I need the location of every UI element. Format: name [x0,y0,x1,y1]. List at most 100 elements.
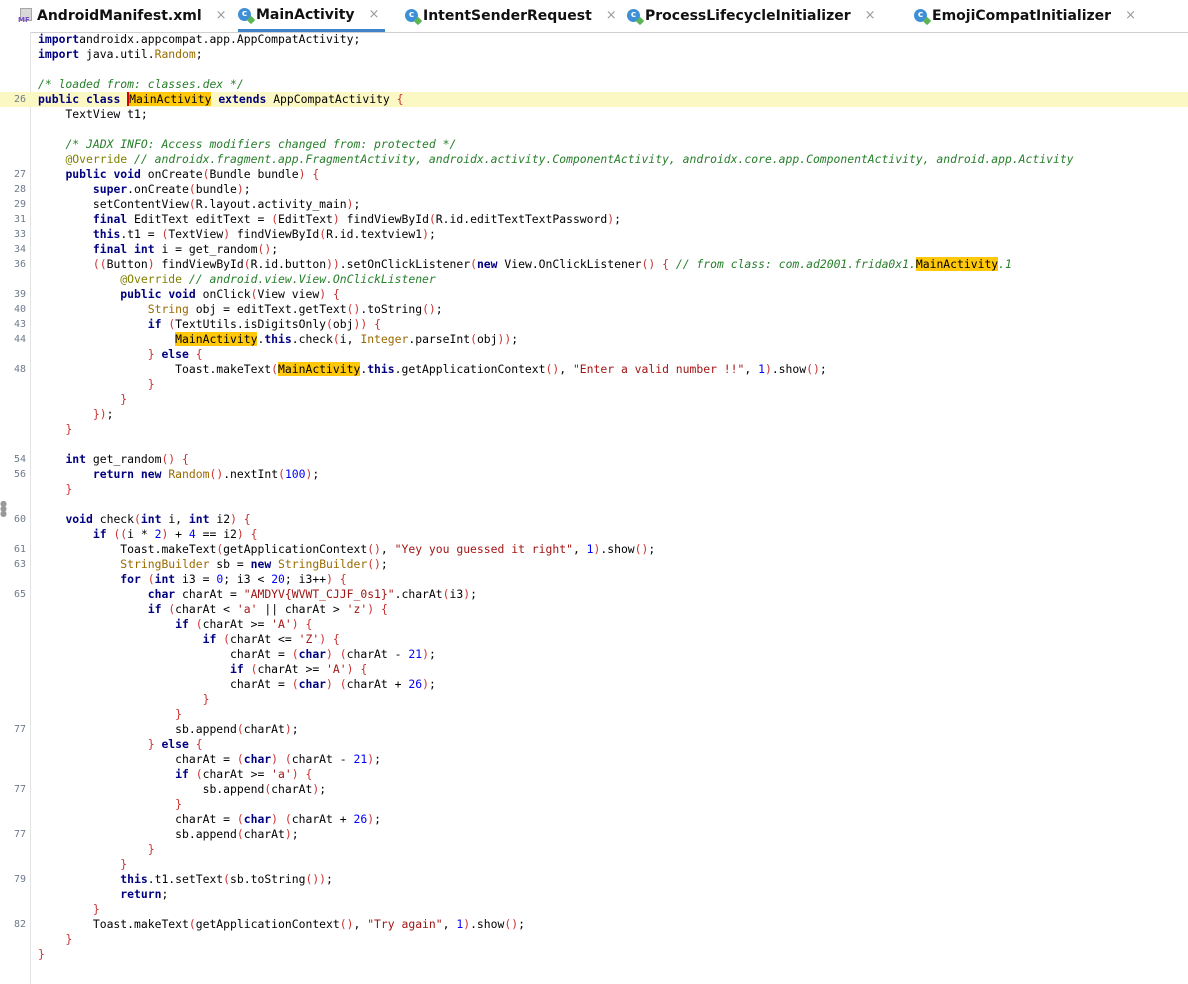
code-line[interactable]: }); [0,407,1188,422]
line-number: 26 [13,94,26,105]
code-line[interactable]: 31 final EditText editText = (EditText) … [0,212,1188,227]
code-line[interactable]: charAt = (char) (charAt - 21); [0,752,1188,767]
code-line[interactable]: /* JADX INFO: Access modifiers changed f… [0,137,1188,152]
code-line[interactable]: 60 void check(int i, int i2) { [0,512,1188,527]
code-line[interactable]: 79 this.t1.setText(sb.toString()); [0,872,1188,887]
code-token: extends [218,92,267,106]
code-line[interactable]: for (int i3 = 0; i3 < 20; i3++) { [0,572,1188,587]
code-line[interactable]: 26 public class MainActivity extends AppC… [0,92,1188,107]
code-line[interactable]: } else { [0,347,1188,362]
code-line[interactable] [0,497,1188,512]
line-number: 65 [13,589,26,600]
code-text: sb.append(charAt); [38,722,298,737]
code-line[interactable]: } [0,902,1188,917]
code-line[interactable]: @Override // android.view.View.OnClickLi… [0,272,1188,287]
code-line[interactable]: 44 MainActivity.this.check(i, Integer.pa… [0,332,1188,347]
code-token: () [545,362,560,376]
close-icon[interactable]: × [865,8,876,23]
code-line[interactable]: 33 this.t1 = (TextView) findViewById(R.i… [0,227,1188,242]
code-line[interactable] [0,122,1188,137]
line-number: 31 [13,214,26,225]
code-line[interactable]: 77 sb.append(charAt); [0,782,1188,797]
code-token: ( [470,257,477,271]
code-token: ) [332,212,340,226]
code-line[interactable]: return; [0,887,1188,902]
code-line[interactable]: 56 return new Random().nextInt(100); [0,467,1188,482]
code-text: }); [38,407,114,422]
close-icon[interactable]: × [606,8,617,23]
code-token: } [147,347,155,361]
close-icon[interactable]: × [216,8,227,23]
code-area[interactable]: importandroidx.appcompat.app.AppCompatAc… [0,32,1188,962]
code-text: charAt = (char) (charAt + 26); [38,677,436,692]
code-line[interactable]: if ((i * 2) + 4 == i2) { [0,527,1188,542]
close-icon[interactable]: × [369,7,380,22]
code-line[interactable]: 39 public void onClick(View view) { [0,287,1188,302]
code-line[interactable]: if (charAt >= 'a') { [0,767,1188,782]
code-line[interactable]: } [0,422,1188,437]
code-line[interactable]: 34 final int i = get_random(); [0,242,1188,257]
code-line[interactable]: } [0,932,1188,947]
code-text: /* loaded from: classes.dex */ [38,77,244,92]
code-line[interactable]: 63 StringBuilder sb = new StringBuilder(… [0,557,1188,572]
code-line[interactable]: } [0,842,1188,857]
code-token: ()) [305,872,327,886]
code-line[interactable]: charAt = (char) (charAt + 26); [0,812,1188,827]
code-line[interactable]: } [0,797,1188,812]
code-line[interactable]: if (charAt <= 'Z') { [0,632,1188,647]
code-line[interactable] [0,62,1188,77]
tab-processlifecycleinitializer[interactable]: c ProcessLifecycleInitializer × [627,0,876,31]
code-line[interactable]: 28 super.onCreate(bundle); [0,182,1188,197]
code-line[interactable]: 77 sb.append(charAt); [0,722,1188,737]
line-number: 79 [13,874,26,885]
code-line[interactable]: if (charAt >= 'A') { [0,662,1188,677]
code-line[interactable]: /* loaded from: classes.dex */ [0,77,1188,92]
close-icon[interactable]: × [1125,8,1136,23]
code-token: int [154,572,176,586]
code-line[interactable]: } [0,947,1188,962]
code-token: ( [339,647,347,661]
code-line[interactable]: 54 int get_random() { [0,452,1188,467]
code-line[interactable]: 61 Toast.makeText(getApplicationContext(… [0,542,1188,557]
code-token: i * [127,527,155,541]
code-line[interactable]: } else { [0,737,1188,752]
code-line[interactable]: } [0,482,1188,497]
code-line[interactable]: } [0,857,1188,872]
code-editor[interactable]: ● ● ● importandroidx.appcompat.app.AppComp… [0,32,1188,984]
code-line[interactable]: TextView t1; [0,107,1188,122]
code-line[interactable]: 48 Toast.makeText(MainActivity.this.getA… [0,362,1188,377]
search-match: MainActivity [915,257,999,271]
code-token: ) [422,677,429,691]
code-line[interactable]: @Override // androidx.fragment.app.Fragm… [0,152,1188,167]
code-line[interactable]: import java.util.Random; [0,47,1188,62]
code-token: ( [236,812,244,826]
tab-intentsenderrequest[interactable]: c IntentSenderRequest × [405,0,617,31]
code-line[interactable]: 29 setContentView(R.layout.activity_main… [0,197,1188,212]
code-line[interactable]: 82 Toast.makeText(getApplicationContext(… [0,917,1188,932]
code-line[interactable] [0,437,1188,452]
code-line[interactable]: } [0,377,1188,392]
tab-mainactivity[interactable]: c MainActivity × [238,0,386,32]
code-line[interactable]: 65 char charAt = "AMDYV{WVWT_CJJF_0s1}".… [0,587,1188,602]
tab-androidmanifest[interactable]: MF AndroidManifest.xml × [18,0,227,31]
code-line[interactable]: } [0,692,1188,707]
code-text: final EditText editText = (EditText) fin… [38,212,621,227]
code-line[interactable]: } [0,707,1188,722]
code-line[interactable]: 36 ((Button) findViewById(R.id.button)).… [0,257,1188,272]
code-line[interactable]: if (charAt >= 'A') { [0,617,1188,632]
code-line[interactable]: charAt = (char) (charAt + 26); [0,677,1188,692]
code-line[interactable]: 77 sb.append(charAt); [0,827,1188,842]
code-line[interactable]: 27 public void onCreate(Bundle bundle) { [0,167,1188,182]
code-token: 'z' [346,602,368,616]
code-line[interactable]: } [0,392,1188,407]
code-line[interactable]: 43 if (TextUtils.isDigitsOnly(obj)) { [0,317,1188,332]
code-line[interactable]: importandroidx.appcompat.app.AppCompatAc… [0,32,1188,47]
code-line[interactable]: if (charAt < 'a' || charAt > 'z') { [0,602,1188,617]
code-token: char [147,587,176,601]
tab-emojicompatinitializer[interactable]: c EmojiCompatInitializer × [914,0,1136,31]
code-line[interactable]: 40 String obj = editText.getText().toStr… [0,302,1188,317]
code-line[interactable]: charAt = (char) (charAt - 21); [0,647,1188,662]
